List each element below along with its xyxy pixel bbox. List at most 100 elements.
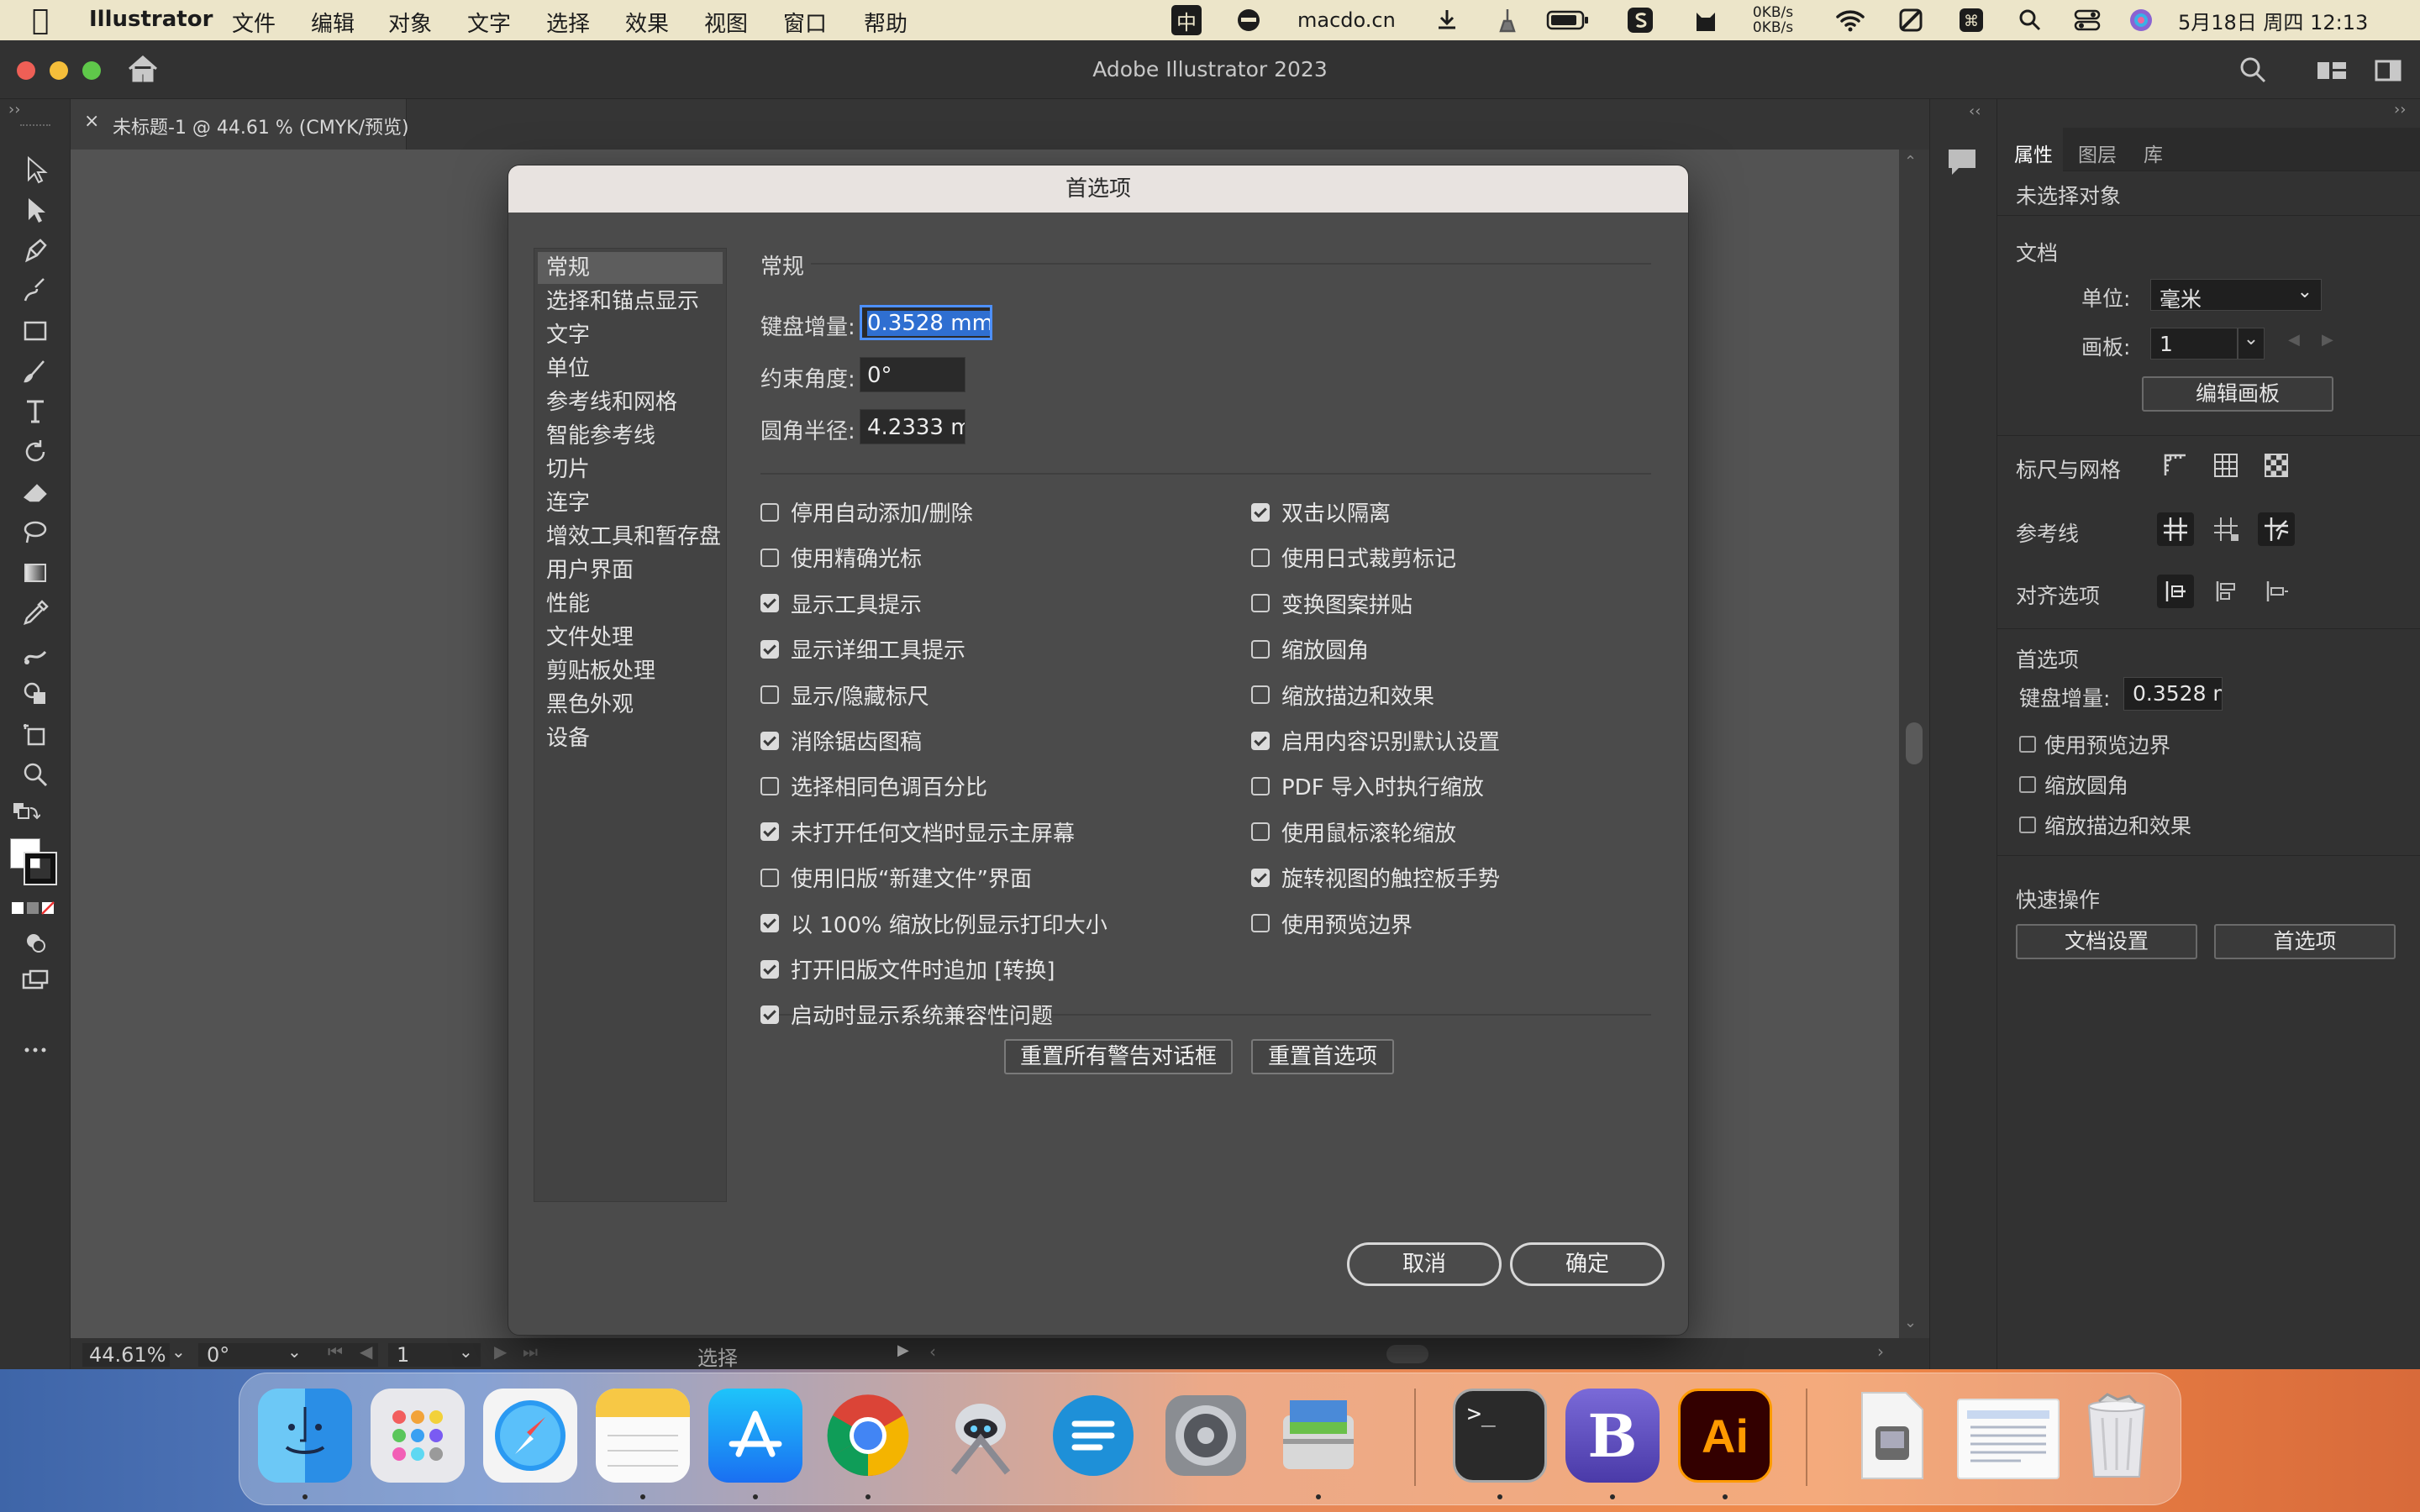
- checkbox-unchecked[interactable]: [1251, 914, 1270, 933]
- checkbox-box[interactable]: [2019, 736, 2036, 753]
- right-option-8[interactable]: 旋转视图的触控板手势: [1251, 862, 1500, 893]
- s-app-icon[interactable]: [1625, 5, 1655, 35]
- checkbox-checked[interactable]: [760, 594, 779, 613]
- lock-guides-icon[interactable]: [2207, 512, 2244, 546]
- gradient-tool-icon[interactable]: [17, 556, 54, 590]
- safari-icon[interactable]: [483, 1389, 577, 1483]
- category-performance[interactable]: 性能: [538, 588, 723, 620]
- screenshot-file-icon[interactable]: [1957, 1399, 2060, 1479]
- checkbox-unchecked[interactable]: [760, 685, 779, 705]
- checkbox-checked[interactable]: [760, 959, 779, 979]
- checkbox-checked[interactable]: [1251, 868, 1270, 887]
- prev-artboard-arrow-icon[interactable]: ◀: [2288, 331, 2300, 349]
- transparency-grid-icon[interactable]: [2258, 449, 2295, 482]
- scroll-right-icon[interactable]: ›: [1877, 1341, 1884, 1362]
- preview-icon[interactable]: [1271, 1389, 1365, 1483]
- trash-icon[interactable]: [2070, 1389, 2164, 1483]
- clock[interactable]: 5月18日 周四 12:13: [2178, 5, 2405, 35]
- hat-icon[interactable]: [1234, 5, 1264, 35]
- smart-guides-icon[interactable]: [2258, 512, 2295, 546]
- category-smart-guides[interactable]: 智能参考线: [538, 420, 723, 452]
- rotate-dropdown-icon[interactable]: ⌄: [287, 1341, 302, 1362]
- terminal-icon[interactable]: >_: [1453, 1389, 1547, 1483]
- eraser-tool-icon[interactable]: [17, 475, 54, 509]
- close-tab-icon[interactable]: ×: [84, 111, 99, 132]
- reset-all-warnings-button[interactable]: 重置所有警告对话框: [1004, 1039, 1233, 1074]
- color-mode-icons[interactable]: [8, 890, 59, 924]
- download-icon[interactable]: [1432, 5, 1462, 35]
- wifi-icon[interactable]: [1833, 5, 1867, 35]
- menu-select[interactable]: 选择: [546, 7, 590, 38]
- tab-layers[interactable]: 图层: [2078, 139, 2117, 167]
- selection-tool-icon[interactable]: [17, 153, 54, 186]
- zoom-dropdown-icon[interactable]: ⌄: [171, 1341, 186, 1362]
- system-preferences-icon[interactable]: [1159, 1389, 1253, 1483]
- checkbox-checked[interactable]: [760, 822, 779, 842]
- rotate-tool-icon[interactable]: [17, 435, 54, 469]
- left-option-1[interactable]: 使用精确光标: [760, 542, 922, 573]
- status-menu-icon[interactable]: ▶: [897, 1341, 909, 1359]
- left-option-4[interactable]: 显示/隐藏标尺: [760, 680, 929, 711]
- ok-button[interactable]: 确定: [1510, 1242, 1665, 1286]
- zoom-level-field[interactable]: 44.61%: [82, 1343, 170, 1367]
- workspace-layout-icon[interactable]: [2316, 59, 2348, 86]
- direct-selection-tool-icon[interactable]: [17, 193, 54, 227]
- right-option-3[interactable]: 缩放圆角: [1251, 633, 1369, 664]
- checkbox-unchecked[interactable]: [1251, 685, 1270, 705]
- lasso-tool-icon[interactable]: [17, 516, 54, 549]
- artboard-dropdown-icon[interactable]: ⌄: [2238, 328, 2265, 360]
- scale-strokes-effects-checkbox[interactable]: 缩放描边和效果: [2019, 810, 2191, 840]
- cat-icon[interactable]: [1691, 5, 1721, 35]
- horizontal-scroll-thumb[interactable]: [1386, 1345, 1428, 1363]
- checkbox-unchecked[interactable]: [760, 776, 779, 795]
- checkbox-unchecked[interactable]: [760, 868, 779, 887]
- tab-properties[interactable]: 属性: [1997, 128, 2063, 171]
- right-option-7[interactable]: 使用鼠标滚轮缩放: [1251, 816, 1456, 848]
- category-devices[interactable]: 设备: [538, 722, 723, 754]
- site-label[interactable]: macdo.cn: [1297, 5, 1396, 35]
- illustrator-icon[interactable]: Ai: [1678, 1389, 1772, 1483]
- draw-mode-icon[interactable]: [17, 926, 54, 959]
- checkbox-checked[interactable]: [760, 731, 779, 750]
- menu-edit[interactable]: 编辑: [311, 7, 355, 38]
- checkbox-unchecked[interactable]: [1251, 594, 1270, 613]
- panel-toggle-icon[interactable]: [2375, 59, 2402, 86]
- checkbox-checked[interactable]: [760, 914, 779, 933]
- category-selection-anchor-display[interactable]: 选择和锚点显示: [538, 286, 723, 318]
- siri-icon[interactable]: [2126, 5, 2156, 35]
- checkbox-checked[interactable]: [760, 1005, 779, 1024]
- show-guides-icon[interactable]: [2157, 512, 2194, 546]
- control-center-icon[interactable]: [2070, 5, 2104, 35]
- left-option-0[interactable]: 停用自动添加/删除: [760, 496, 973, 528]
- right-option-6[interactable]: PDF 导入时执行缩放: [1251, 770, 1484, 801]
- left-option-10[interactable]: 打开旧版文件时追加 [转换]: [760, 953, 1055, 984]
- stroke-color-swatch[interactable]: [24, 852, 57, 885]
- app-menu[interactable]: Illustrator: [89, 7, 213, 32]
- artboard-tool-icon[interactable]: [17, 717, 54, 751]
- screen-mode-icon[interactable]: [17, 964, 54, 998]
- left-option-2[interactable]: 显示工具提示: [760, 588, 922, 619]
- finder-icon[interactable]: [258, 1389, 352, 1483]
- search-icon[interactable]: [2238, 55, 2267, 87]
- checkbox-unchecked[interactable]: [1251, 822, 1270, 842]
- checkbox-checked[interactable]: [1251, 502, 1270, 522]
- menu-window[interactable]: 窗口: [783, 7, 827, 38]
- chrome-icon[interactable]: [821, 1389, 915, 1483]
- blend-tool-icon[interactable]: [17, 637, 54, 670]
- category-black-appearance[interactable]: 黑色外观: [538, 689, 723, 721]
- align-left-icon[interactable]: [2207, 575, 2244, 608]
- notes-icon[interactable]: [596, 1389, 690, 1483]
- category-file-handling[interactable]: 文件处理: [538, 622, 723, 654]
- checkbox-unchecked[interactable]: [1251, 776, 1270, 795]
- category-guides-grid[interactable]: 参考线和网格: [538, 386, 723, 418]
- scroll-up-icon[interactable]: ⌃: [1904, 153, 1917, 171]
- menu-view[interactable]: 视图: [704, 7, 748, 38]
- reset-preferences-button[interactable]: 重置首选项: [1251, 1039, 1394, 1074]
- apple-menu-icon[interactable]: : [32, 3, 49, 37]
- use-preview-bounds-checkbox[interactable]: 使用预览边界: [2019, 729, 2170, 759]
- scale-corners-checkbox[interactable]: 缩放圆角: [2019, 769, 2128, 800]
- last-artboard-icon[interactable]: ⏭: [523, 1341, 538, 1362]
- prev-artboard-icon[interactable]: ◀: [360, 1341, 372, 1362]
- collapse-panel-icon[interactable]: ››: [2394, 101, 2406, 118]
- left-option-6[interactable]: 选择相同色调百分比: [760, 770, 987, 801]
